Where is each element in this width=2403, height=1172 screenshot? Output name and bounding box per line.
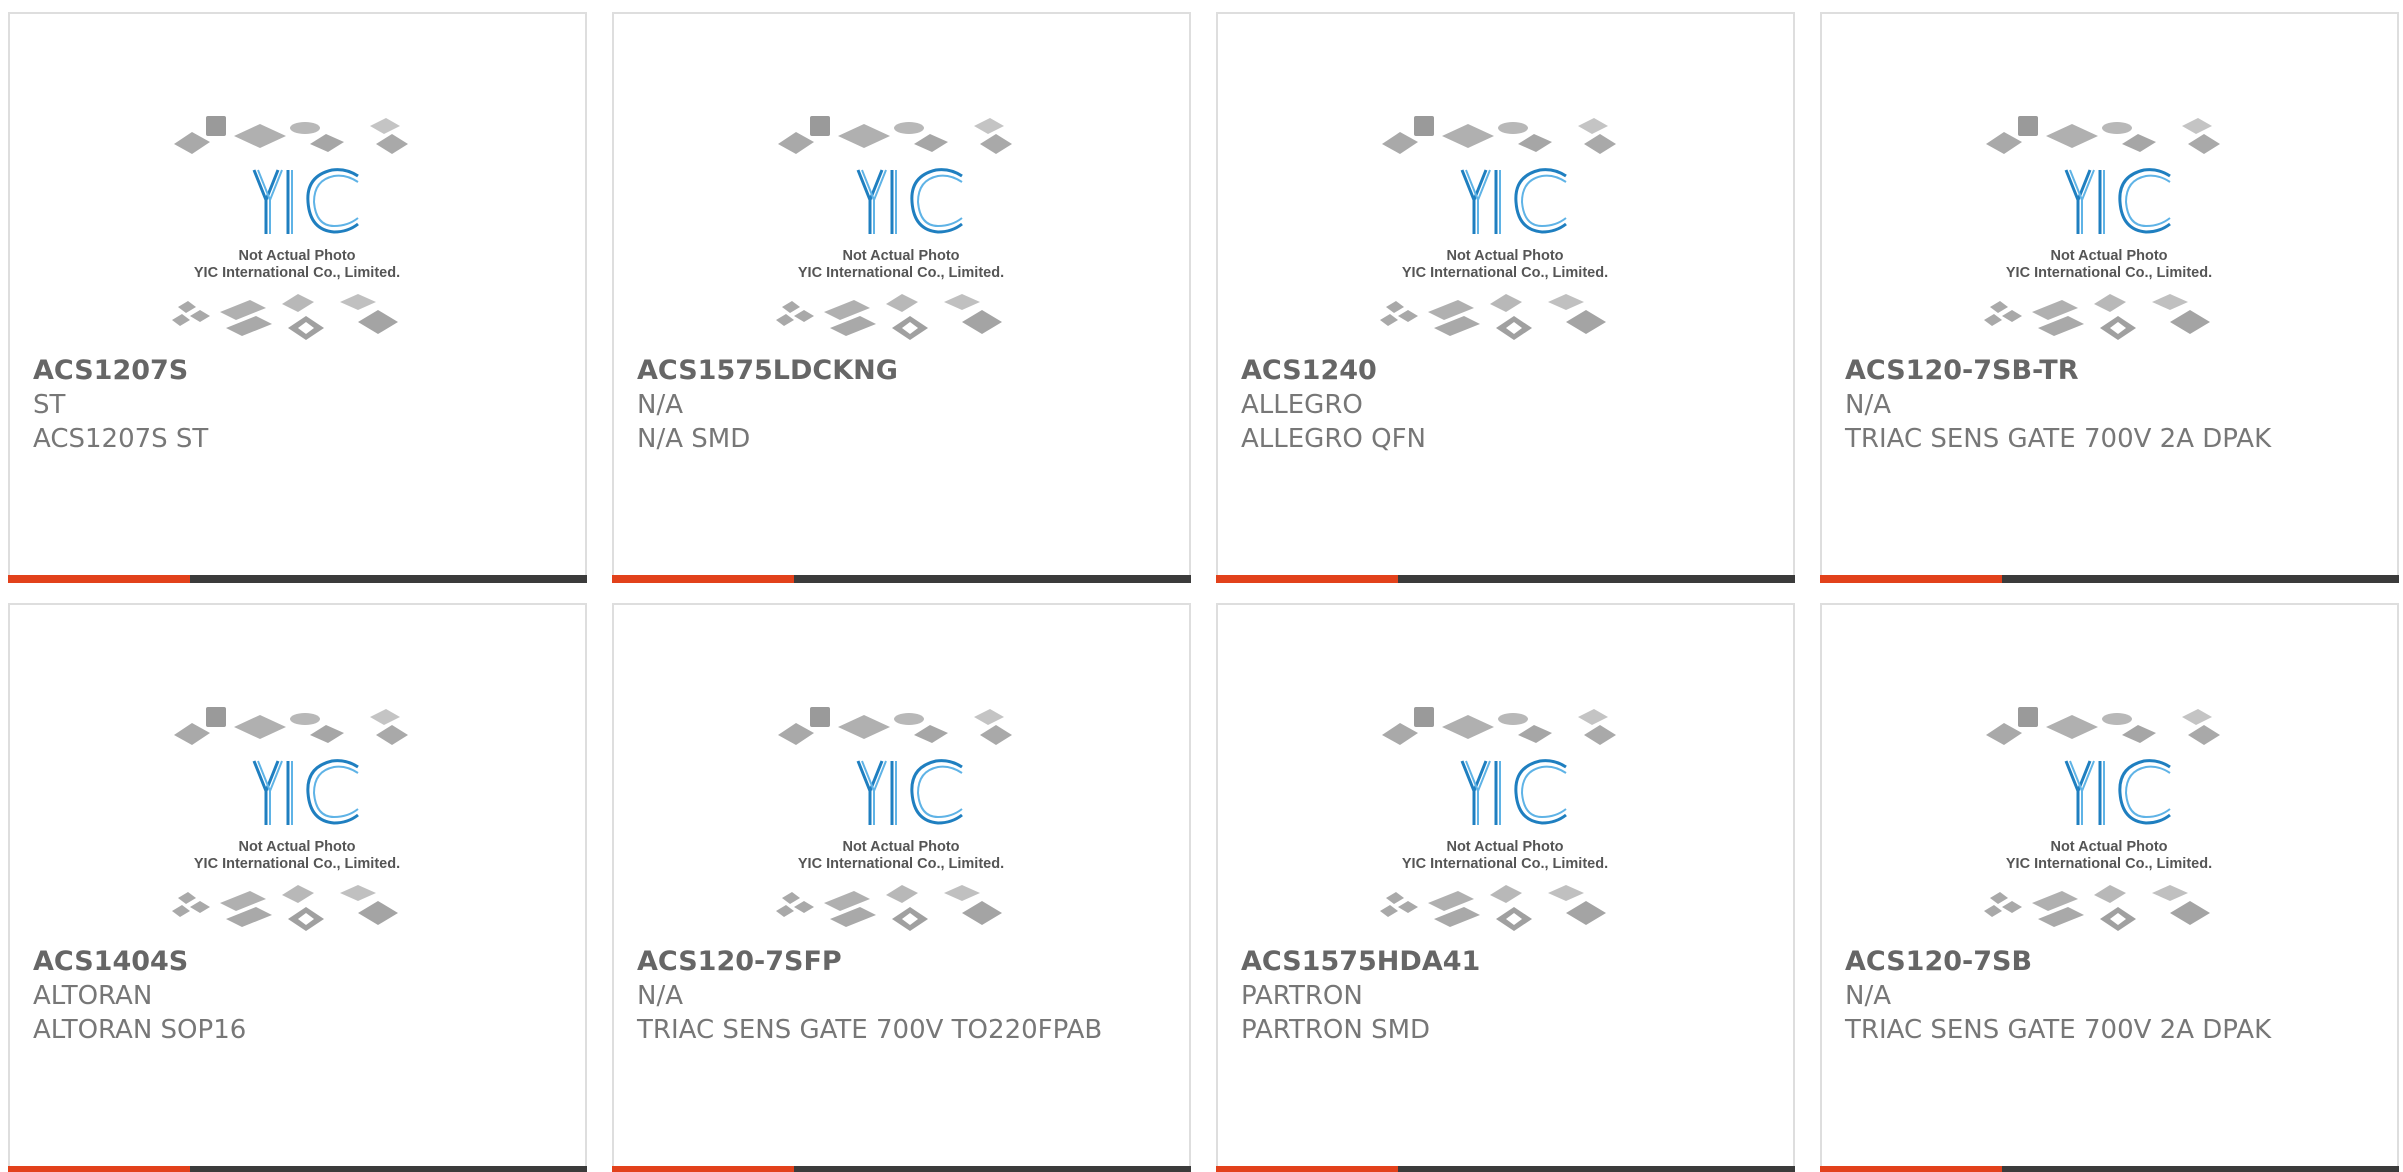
product-info: ACS1207S ST ACS1207S ST bbox=[33, 354, 565, 456]
product-info: ACS1575LDCKNG N/A N/A SMD bbox=[637, 354, 1169, 456]
product-card[interactable]: Not Actual Photo YIC International Co., … bbox=[1820, 12, 2399, 583]
placeholder-line1: Not Actual Photo bbox=[238, 248, 355, 264]
product-card[interactable]: Not Actual Photo YIC International Co., … bbox=[8, 603, 587, 1172]
manufacturer: N/A bbox=[637, 981, 683, 1011]
product-card[interactable]: Not Actual Photo YIC International Co., … bbox=[1216, 12, 1795, 583]
product-image[interactable]: Not Actual Photo YIC International Co., … bbox=[162, 102, 432, 349]
placeholder-photo-icon: Not Actual Photo YIC International Co., … bbox=[1984, 116, 2220, 340]
part-number[interactable]: ACS120-7SB bbox=[1845, 945, 2377, 979]
card-footer-bar bbox=[8, 575, 587, 583]
product-image[interactable]: Not Actual Photo YIC International Co., … bbox=[766, 102, 1036, 349]
manufacturer: ALTORAN bbox=[33, 981, 153, 1011]
manufacturer: N/A bbox=[637, 390, 683, 420]
placeholder-line2: YIC International Co., Limited. bbox=[1402, 856, 1608, 872]
placeholder-line1: Not Actual Photo bbox=[842, 839, 959, 855]
card-accent-bar bbox=[1820, 575, 2002, 583]
description: TRIAC SENS GATE 700V TO220FPAB bbox=[637, 1015, 1103, 1045]
card-footer-bar bbox=[1820, 575, 2399, 583]
description: ACS1207S ST bbox=[33, 424, 209, 454]
placeholder-line2: YIC International Co., Limited. bbox=[798, 265, 1004, 281]
description: ALTORAN SOP16 bbox=[33, 1015, 247, 1045]
card-accent-bar bbox=[1216, 1166, 1398, 1172]
card-footer-bar bbox=[8, 1166, 587, 1172]
placeholder-line1: Not Actual Photo bbox=[238, 839, 355, 855]
part-number[interactable]: ACS120-7SFP bbox=[637, 945, 1169, 979]
product-card[interactable]: Not Actual Photo YIC International Co., … bbox=[8, 12, 587, 583]
product-image[interactable]: Not Actual Photo YIC International Co., … bbox=[1974, 693, 2244, 940]
card-footer-bar bbox=[1820, 1166, 2399, 1172]
card-accent-bar bbox=[1820, 1166, 2002, 1172]
placeholder-line2: YIC International Co., Limited. bbox=[194, 265, 400, 281]
part-number[interactable]: ACS1240 bbox=[1241, 354, 1773, 388]
card-footer-bar bbox=[612, 575, 1191, 583]
part-number[interactable]: ACS1207S bbox=[33, 354, 565, 388]
placeholder-line2: YIC International Co., Limited. bbox=[1402, 265, 1608, 281]
product-info: ACS1575HDA41 PARTRON PARTRON SMD bbox=[1241, 945, 1773, 1047]
placeholder-photo-icon: Not Actual Photo YIC International Co., … bbox=[172, 707, 408, 931]
product-info: ACS120-7SB-TR N/A TRIAC SENS GATE 700V 2A … bbox=[1845, 354, 2377, 456]
part-number[interactable]: ACS1404S bbox=[33, 945, 565, 979]
description: TRIAC SENS GATE 700V 2A DPAK bbox=[1845, 1015, 2272, 1045]
placeholder-line1: Not Actual Photo bbox=[1446, 839, 1563, 855]
placeholder-line1: Not Actual Photo bbox=[2050, 248, 2167, 264]
placeholder-line1: Not Actual Photo bbox=[842, 248, 959, 264]
card-accent-bar bbox=[8, 575, 190, 583]
placeholder-photo-icon: Not Actual Photo YIC International Co., … bbox=[1380, 707, 1616, 931]
product-info: ACS1404S ALTORAN ALTORAN SOP16 bbox=[33, 945, 565, 1047]
product-card[interactable]: Not Actual Photo YIC International Co., … bbox=[612, 12, 1191, 583]
manufacturer: ST bbox=[33, 390, 66, 420]
placeholder-photo-icon: Not Actual Photo YIC International Co., … bbox=[776, 707, 1012, 931]
card-accent-bar bbox=[612, 575, 794, 583]
placeholder-photo-icon: Not Actual Photo YIC International Co., … bbox=[776, 116, 1012, 340]
product-card[interactable]: Not Actual Photo YIC International Co., … bbox=[612, 603, 1191, 1172]
placeholder-photo-icon: Not Actual Photo YIC International Co., … bbox=[172, 116, 408, 340]
placeholder-line1: Not Actual Photo bbox=[2050, 839, 2167, 855]
manufacturer: N/A bbox=[1845, 981, 1891, 1011]
product-image[interactable]: Not Actual Photo YIC International Co., … bbox=[1370, 693, 1640, 940]
placeholder-line2: YIC International Co., Limited. bbox=[2006, 856, 2212, 872]
placeholder-line2: YIC International Co., Limited. bbox=[798, 856, 1004, 872]
manufacturer: ALLEGRO bbox=[1241, 390, 1363, 420]
product-card[interactable]: Not Actual Photo YIC International Co., … bbox=[1820, 603, 2399, 1172]
part-number[interactable]: ACS120-7SB-TR bbox=[1845, 354, 2377, 388]
description: N/A SMD bbox=[637, 424, 751, 454]
product-image[interactable]: Not Actual Photo YIC International Co., … bbox=[1370, 102, 1640, 349]
part-number[interactable]: ACS1575HDA41 bbox=[1241, 945, 1773, 979]
card-accent-bar bbox=[8, 1166, 190, 1172]
placeholder-line1: Not Actual Photo bbox=[1446, 248, 1563, 264]
card-footer-bar bbox=[1216, 575, 1795, 583]
placeholder-photo-icon: Not Actual Photo YIC International Co., … bbox=[1380, 116, 1616, 340]
description: TRIAC SENS GATE 700V 2A DPAK bbox=[1845, 424, 2272, 454]
placeholder-line2: YIC International Co., Limited. bbox=[194, 856, 400, 872]
description: PARTRON SMD bbox=[1241, 1015, 1431, 1045]
product-grid: Not Actual Photo YIC International Co., … bbox=[8, 12, 2399, 1172]
product-card[interactable]: Not Actual Photo YIC International Co., … bbox=[1216, 603, 1795, 1172]
card-accent-bar bbox=[1216, 575, 1398, 583]
product-image[interactable]: Not Actual Photo YIC International Co., … bbox=[162, 693, 432, 940]
product-info: ACS120-7SFP N/A TRIAC SENS GATE 700V TO220… bbox=[637, 945, 1169, 1047]
product-info: ACS120-7SB N/A TRIAC SENS GATE 700V 2A DPA… bbox=[1845, 945, 2377, 1047]
part-number[interactable]: ACS1575LDCKNG bbox=[637, 354, 1169, 388]
product-info: ACS1240 ALLEGRO ALLEGRO QFN bbox=[1241, 354, 1773, 456]
manufacturer: PARTRON bbox=[1241, 981, 1363, 1011]
card-footer-bar bbox=[1216, 1166, 1795, 1172]
product-image[interactable]: Not Actual Photo YIC International Co., … bbox=[1974, 102, 2244, 349]
manufacturer: N/A bbox=[1845, 390, 1891, 420]
placeholder-photo-icon: Not Actual Photo YIC International Co., … bbox=[1984, 707, 2220, 931]
placeholder-line2: YIC International Co., Limited. bbox=[2006, 265, 2212, 281]
card-accent-bar bbox=[612, 1166, 794, 1172]
description: ALLEGRO QFN bbox=[1241, 424, 1426, 454]
card-footer-bar bbox=[612, 1166, 1191, 1172]
product-image[interactable]: Not Actual Photo YIC International Co., … bbox=[766, 693, 1036, 940]
